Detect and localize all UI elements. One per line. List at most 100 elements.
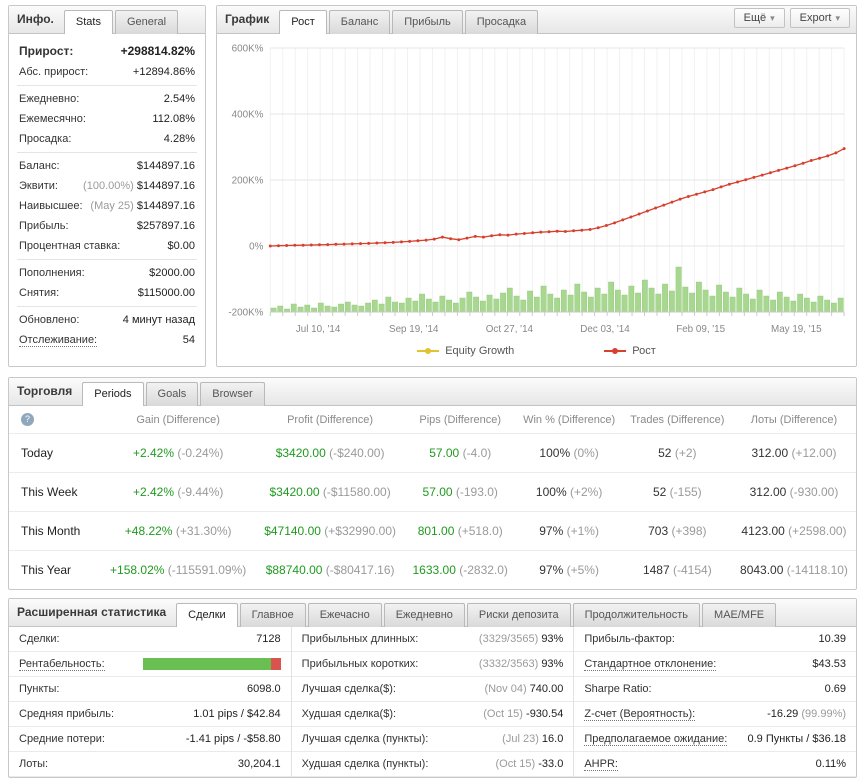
chart-panel-header: График Рост Баланс Прибыль Просадка Ещё ▾… [217, 6, 856, 34]
export-button[interactable]: Export ▾ [789, 7, 850, 28]
equity-label: Эквити: [19, 180, 58, 192]
stat-row-best-trade-usd: Лучшая сделка($): (Nov 04) 740.00 [291, 677, 574, 702]
tab-mae-mfe[interactable]: MAE/MFE [702, 603, 777, 627]
column-header-profit: Profit (Difference) [287, 413, 374, 426]
more-button[interactable]: Ещё ▾ [733, 7, 785, 28]
help-icon[interactable]: ? [21, 413, 34, 426]
svg-text:Oct 27, '14: Oct 27, '14 [486, 324, 534, 335]
trades-cell: 52 (-155) [622, 472, 732, 512]
tab-general[interactable]: General [114, 10, 179, 34]
periods-table-header-row: ? Gain (Difference) Profit (Difference) … [9, 406, 856, 434]
chart-header-actions: Ещё ▾ Export ▾ [733, 7, 850, 32]
stat-row-profit-factor: Прибыль-фактор: 10.39 [574, 627, 857, 652]
chart-panel: График Рост Баланс Прибыль Просадка Ещё ▾… [216, 5, 857, 367]
stat-row-expectancy: Предполагаемое ожидание: 0.9 Пункты / $3… [574, 727, 857, 752]
drawdown-value: 4.28% [163, 133, 195, 145]
highest-amount: $144897.16 [136, 200, 195, 212]
stat-label: Прибыльных длинных: [301, 633, 419, 645]
trading-panel-title: Торговля [17, 384, 73, 398]
svg-text:600K%: 600K% [232, 43, 264, 54]
gain-cell: +158.02% (-115591.09%) [101, 550, 256, 589]
tab-general-stats[interactable]: Главное [239, 603, 306, 627]
equity-value: (100.00%) $144897.16 [83, 180, 195, 192]
stat-row-profitability: Рентабельность: [9, 652, 291, 677]
profit-label: Прибыль: [19, 220, 69, 232]
interest-value: $0.00 [167, 240, 195, 252]
tracking-label[interactable]: Отслеживание: [19, 334, 98, 347]
stat-row-long-wins: Прибыльных длинных: (3329/3565) 93% [291, 627, 574, 652]
legend-growth-label: Рост [632, 345, 656, 357]
stat-label[interactable]: AHPR: [584, 758, 618, 771]
info-row-equity: Эквити: (100.00%) $144897.16 [17, 176, 197, 196]
tab-browser[interactable]: Browser [200, 382, 265, 406]
stat-label[interactable]: Рентабельность: [19, 658, 105, 671]
chart-panel-title: График [225, 12, 270, 26]
legend-equity-growth[interactable]: Equity Growth [417, 345, 514, 357]
tab-periods[interactable]: Periods [82, 382, 144, 406]
trading-tabs: Periods Goals Browser [82, 381, 265, 406]
table-row-this-week: This Week +2.42% (-9.44%) $3420.00 (-$11… [9, 472, 856, 512]
stat-value: 0.11% [815, 758, 847, 770]
equity-amount: $144897.16 [136, 180, 195, 192]
divider [17, 152, 197, 153]
tab-risk[interactable]: Риски депозита [466, 603, 571, 627]
stats-column-middle: Прибыльных длинных: (3329/3565) 93% Приб… [290, 627, 575, 777]
win-cell: 97% (+5%) [515, 550, 623, 589]
extended-stats-panel: Расширенная статистика Сделки Главное Еж… [8, 598, 857, 778]
trades-cell: 52 (+2) [622, 433, 732, 473]
info-row-monthly: Ежемесячно: 112.08% [17, 109, 197, 129]
stat-value: 0.69 [824, 683, 847, 695]
tab-drawdown[interactable]: Просадка [464, 10, 539, 34]
tab-trades[interactable]: Сделки [176, 603, 238, 627]
stat-label: Прибыльных коротких: [301, 658, 419, 670]
column-header-pips: Pips (Difference) [419, 413, 502, 426]
stat-value: 0.9 Пункты / $36.18 [747, 733, 847, 745]
tab-hourly[interactable]: Ежечасно [307, 603, 382, 627]
tab-duration[interactable]: Продолжительность [572, 603, 701, 627]
deposits-label: Пополнения: [19, 267, 85, 279]
chevron-down-icon: ▾ [835, 12, 840, 23]
legend-growth[interactable]: Рост [604, 345, 656, 357]
chart-body: 600K% 400K% 200K% 0% -200K% Jul 10, '14 Sep 19… [217, 34, 856, 366]
pips-cell: 1633.00 (-2832.0) [404, 550, 516, 589]
periods-table: ? Gain (Difference) Profit (Difference) … [9, 406, 856, 589]
tracking-value: 54 [182, 334, 195, 346]
tab-goals[interactable]: Goals [145, 382, 199, 406]
tab-growth[interactable]: Рост [279, 10, 327, 34]
lots-cell: 312.00 (+12.00) [731, 433, 856, 473]
svg-text:Sep 19, '14: Sep 19, '14 [389, 324, 439, 335]
info-row-drawdown: Просадка: 4.28% [17, 129, 197, 149]
updated-label: Обновлено: [19, 314, 80, 326]
tab-daily[interactable]: Ежедневно [383, 603, 465, 627]
stat-label: Средние потери: [19, 733, 105, 745]
help-column-header: ? [9, 406, 101, 434]
stat-value: (Oct 15) -33.0 [495, 758, 564, 770]
tab-stats[interactable]: Stats [63, 10, 113, 34]
balance-value: $144897.16 [136, 160, 195, 172]
win-cell: 100% (+2%) [515, 472, 623, 512]
equity-percent: (100.00%) [83, 180, 134, 192]
lots-cell: 312.00 (-930.00) [731, 472, 856, 512]
stat-value: (Oct 15) -930.54 [483, 708, 564, 720]
column-header-gain: Gain (Difference) [136, 413, 220, 426]
stat-row-sharpe: Sharpe Ratio: 0.69 [574, 677, 857, 702]
tab-balance[interactable]: Баланс [328, 10, 391, 34]
svg-text:Jul 10, '14: Jul 10, '14 [296, 324, 341, 335]
stat-row-ahpr: AHPR: 0.11% [574, 752, 857, 777]
column-header-win: Win % (Difference) [523, 413, 616, 426]
stat-label[interactable]: Стандартное отклонение: [584, 658, 717, 671]
gain-cell: +2.42% (-0.24%) [101, 433, 256, 473]
info-row-gain: Прирост: +298814.82% [17, 40, 197, 62]
stat-label[interactable]: Предполагаемое ожидание: [584, 733, 728, 746]
stat-value: $43.53 [812, 658, 847, 670]
growth-chart: 600K% 400K% 200K% 0% -200K% Jul 10, '14 Sep 19… [228, 43, 846, 335]
monthly-value: 112.08% [152, 113, 195, 125]
stat-row-best-trade-pips: Лучшая сделка (пункты): (Jul 23) 16.0 [291, 727, 574, 752]
tab-profit[interactable]: Прибыль [392, 10, 463, 34]
info-body: Прирост: +298814.82% Абс. прирост: +1289… [9, 34, 205, 355]
pips-cell: 57.00 (-4.0) [404, 433, 516, 473]
stat-label[interactable]: Z-счет (Вероятность): [584, 708, 696, 721]
abs-gain-value: +12894.86% [132, 66, 195, 78]
profitability-bar-green [142, 658, 271, 670]
info-row-withdrawals: Снятия: $115000.00 [17, 283, 197, 303]
